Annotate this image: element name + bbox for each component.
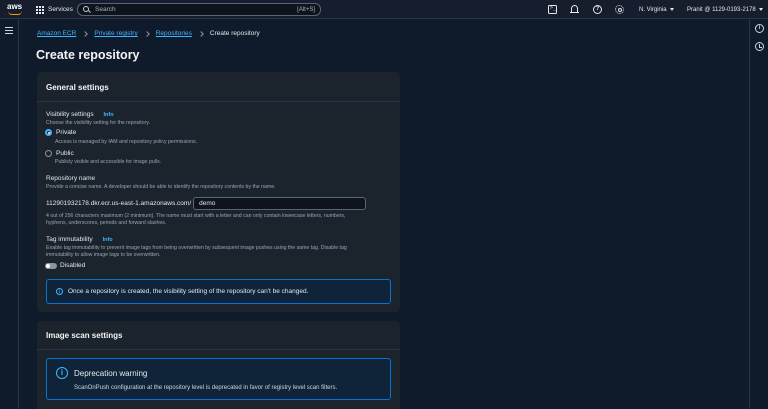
search-shortcut-hint: [Alt+S] (297, 6, 315, 13)
info-icon: i (56, 367, 68, 379)
notifications-bell-icon[interactable] (570, 5, 579, 14)
chevron-right-icon (82, 30, 89, 37)
info-panel-icon[interactable]: i (755, 24, 764, 33)
hamburger-menu-icon[interactable] (5, 27, 13, 34)
aws-logo[interactable]: aws (7, 2, 25, 16)
tag-immutability-toggle-row: Disabled (45, 262, 85, 269)
aws-smile-icon (8, 11, 22, 15)
chevron-right-icon (198, 30, 204, 37)
recent-activity-icon[interactable] (755, 42, 764, 51)
deprecation-warning-title: Deprecation warning (74, 369, 148, 378)
radio-public-description: Publicly visible and accessible for imag… (55, 159, 162, 165)
chevron-down-icon (669, 8, 674, 11)
general-settings-header: General settings (37, 72, 400, 102)
account-label: Pranit @ 1129-0193-2178 (687, 6, 756, 13)
search-icon (83, 6, 90, 13)
services-menu-button[interactable]: Services (36, 4, 73, 15)
tag-immutability-description-line1: Enable tag immutability to prevent image… (46, 245, 347, 251)
visibility-settings-label: Visibility settings (46, 111, 94, 118)
breadcrumb-current: Create repository (209, 30, 260, 37)
visibility-info-alert: i Once a repository is created, the visi… (46, 279, 391, 304)
tag-immutability-toggle-label: Disabled (60, 262, 86, 269)
settings-gear-icon[interactable] (615, 5, 624, 14)
search-input[interactable]: Search [Alt+S] (77, 3, 321, 16)
tag-immutability-description-line2: immutability to allow image tags to be o… (46, 252, 161, 258)
breadcrumb-repositories[interactable]: Repositories (156, 30, 192, 37)
visibility-info-link[interactable]: Info (104, 112, 114, 118)
tag-immutability-info-link[interactable]: Info (103, 237, 113, 243)
radio-private-description: Access is managed by IAM and repository … (55, 139, 198, 145)
image-scan-settings-header: Image scan settings (37, 321, 400, 350)
page-title: Create repository (36, 48, 140, 62)
repository-uri-prefix: 112901932178.dkr.ecr.us-east-1.amazonaws… (46, 200, 192, 207)
tag-immutability-label-row: Tag immutability Info (46, 236, 113, 243)
radio-private[interactable]: Private (45, 129, 76, 136)
cloudshell-icon[interactable] (548, 5, 557, 14)
region-selector[interactable]: N. Virginia (639, 4, 674, 15)
deprecation-warning-alert: i Deprecation warning ScanOnPush configu… (46, 358, 391, 400)
visibility-settings-description: Choose the visibility setting for the re… (46, 120, 150, 126)
chevron-down-icon (758, 8, 763, 11)
breadcrumb-amazon-ecr[interactable]: Amazon ECR (37, 30, 76, 37)
radio-private-indicator[interactable] (45, 129, 52, 136)
tag-immutability-toggle[interactable] (45, 262, 57, 269)
repository-name-input[interactable] (193, 197, 367, 210)
chevron-right-icon (143, 30, 150, 37)
repository-name-hint-line1: 4 out of 256 characters maximum (2 minim… (46, 213, 346, 219)
deprecation-warning-body: ScanOnPush configuration at the reposito… (74, 385, 338, 391)
image-scan-settings-panel: Image scan settings i Deprecation warnin… (37, 321, 400, 409)
right-side-rail: i (749, 19, 768, 409)
breadcrumb-private-registry[interactable]: Private registry (94, 30, 137, 37)
left-side-rail (0, 19, 19, 409)
tag-immutability-label: Tag immutability (46, 236, 93, 243)
top-navigation: aws Services Search [Alt+S] ? N. Virgini… (0, 0, 768, 19)
services-label: Services (48, 6, 73, 13)
radio-private-label: Private (56, 129, 77, 136)
aws-logo-text: aws (7, 2, 23, 11)
account-menu[interactable]: Pranit @ 1129-0193-2178 (687, 4, 763, 15)
region-label: N. Virginia (639, 6, 667, 13)
search-placeholder: Search (95, 6, 116, 13)
repository-name-row: 112901932178.dkr.ecr.us-east-1.amazonaws… (46, 197, 367, 210)
visibility-settings-label-row: Visibility settings Info (46, 111, 114, 118)
repository-name-label: Repository name (46, 175, 96, 182)
general-settings-panel: General settings Visibility settings Inf… (37, 72, 400, 312)
grid-icon (36, 5, 44, 14)
radio-public-label: Public (56, 150, 74, 157)
radio-public[interactable]: Public (45, 150, 74, 157)
radio-public-indicator[interactable] (45, 150, 52, 157)
repository-name-description: Provide a concise name. A developer shou… (46, 184, 276, 190)
help-icon[interactable]: ? (593, 5, 602, 14)
visibility-info-alert-text: Once a repository is created, the visibi… (68, 288, 309, 295)
breadcrumb: Amazon ECR Private registry Repositories… (37, 29, 260, 38)
info-icon: i (56, 288, 63, 295)
repository-name-hint-line2: hyphens, underscores, periods and forwar… (46, 220, 167, 226)
